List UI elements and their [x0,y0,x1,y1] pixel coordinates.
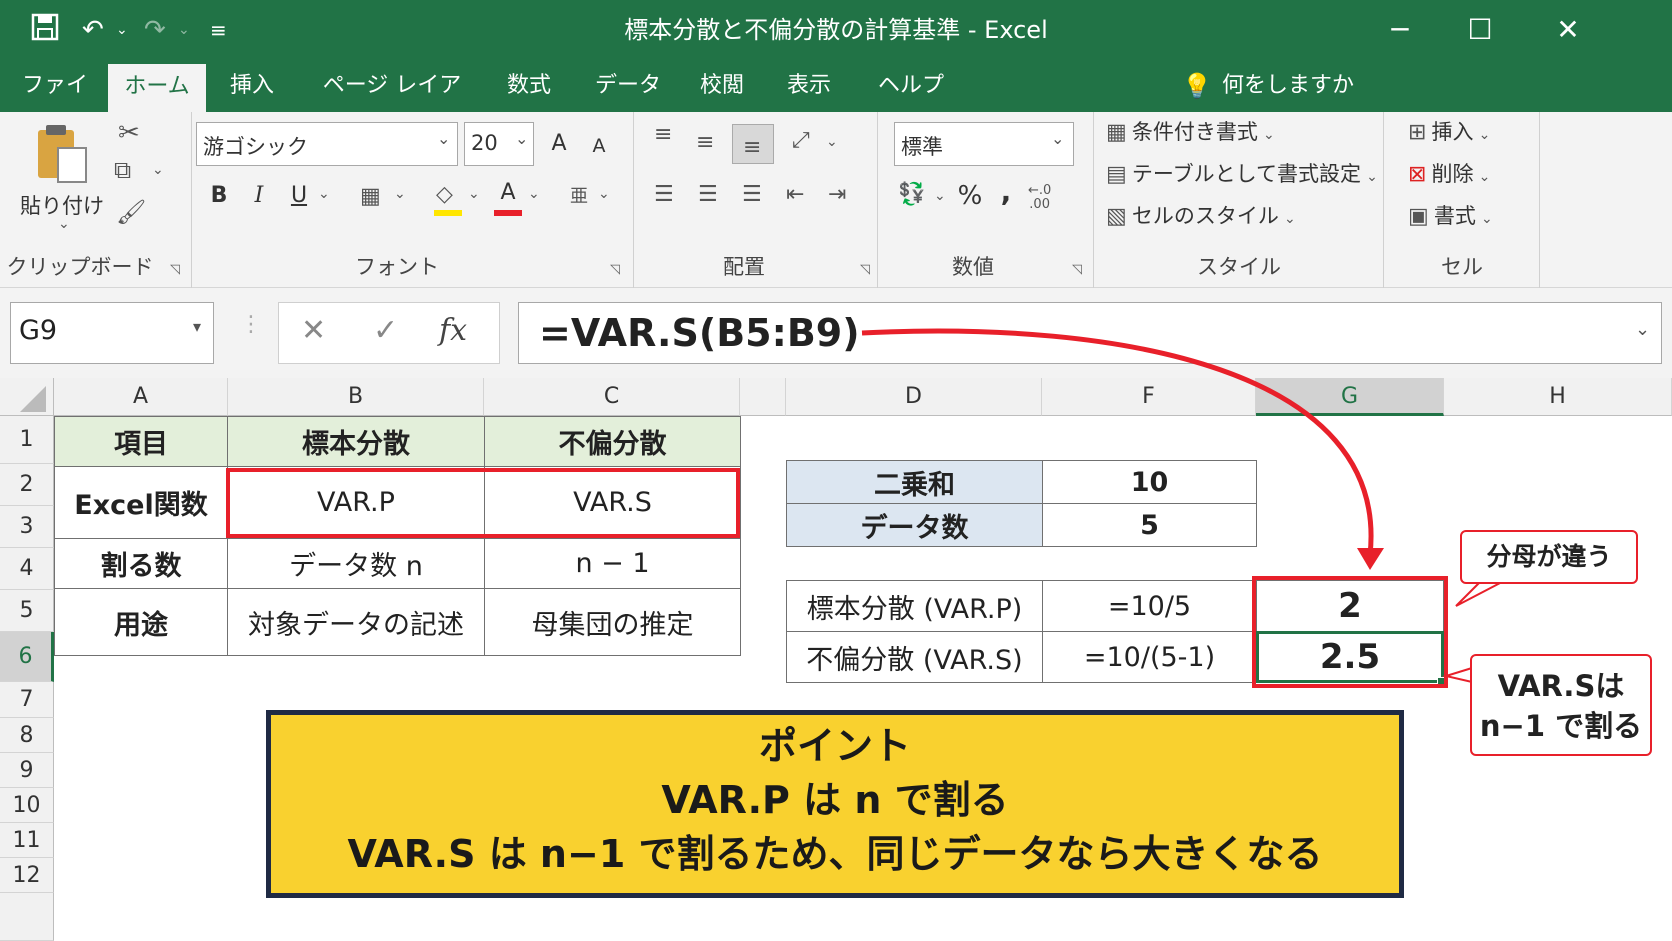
point-box: ポイント VAR.P は n で割る VAR.S は n−1 で割るため、同じデ… [266,710,1404,898]
callout-vars: VAR.Sは n−1 で割る [1470,654,1652,756]
point-line1: VAR.P は n で割る [661,778,1009,822]
excel-window: 標本分散と不偏分散の計算基準 - Excel ↶ ⌄ ↷ ⌄ ≡ ─ ☐ ✕ フ… [0,0,1672,941]
point-line2: VAR.S は n−1 で割るため、同じデータなら大きくなる [347,832,1323,876]
callout-vars-line1: VAR.Sは [1497,669,1625,703]
point-title: ポイント [758,724,911,768]
callout-vars-line2: n−1 で割る [1479,709,1643,743]
callout-denominator: 分母が違う [1460,530,1638,584]
